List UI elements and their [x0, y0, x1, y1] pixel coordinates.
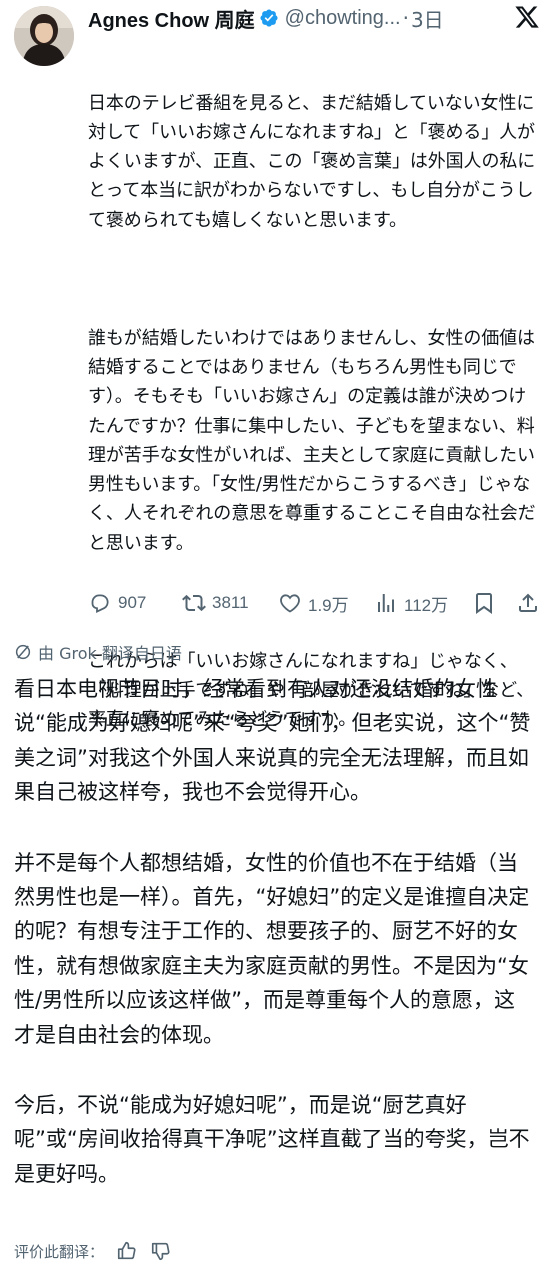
like-button[interactable]: 1.9万	[278, 588, 349, 618]
views-chart-icon	[378, 594, 394, 612]
handle[interactable]: @chowting...	[285, 7, 401, 30]
bookmark-button[interactable]	[472, 588, 496, 618]
grok-translation-label: 由 Grok 翻译自日语	[14, 640, 182, 664]
verified-badge-icon	[260, 9, 278, 27]
translated-text: 看日本电视节目时，经常看到有人对还没结婚的女性说“能成为好媳妇呢”来“夸奖”她们…	[14, 672, 534, 1227]
repost-count: 3811	[212, 593, 249, 612]
share-icon	[519, 593, 537, 612]
avatar-photo-icon	[14, 6, 74, 66]
reply-count: 907	[118, 593, 147, 612]
repost-button[interactable]: 3811	[182, 588, 249, 618]
grok-icon	[15, 644, 31, 660]
translation-paragraph: 并不是每个人都想结婚，女性的价值也不在于结婚（当然男性也是一样）。首先，“好媳妇…	[14, 850, 530, 1047]
display-name[interactable]: Agnes Chow 周庭	[88, 4, 255, 33]
heart-icon	[280, 594, 300, 613]
avatar[interactable]	[14, 6, 74, 66]
rate-translation-label: 评价此翻译：	[14, 1242, 105, 1261]
rate-translation: 评价此翻译：	[14, 1238, 172, 1264]
thumbs-down-icon[interactable]	[150, 1240, 172, 1262]
view-count: 112万	[404, 595, 449, 615]
grok-label-text: 由 Grok 翻译自日语	[38, 644, 182, 663]
separator-dot: ·	[402, 6, 409, 30]
translation-paragraph: 今后，不说“能成为好媳妇呢”，而是说“厨艺真好呢”或“房间收拾得真干净呢”这样直…	[14, 1093, 530, 1186]
repost-icon	[182, 594, 206, 612]
like-count: 1.9万	[308, 595, 349, 615]
x-logo-icon[interactable]	[514, 4, 540, 30]
action-bar: 907 3811 1.9万 112万	[88, 588, 544, 618]
share-button[interactable]	[516, 588, 540, 618]
translation-paragraph: 看日本电视节目时，经常看到有人对还没结婚的女性说“能成为好媳妇呢”来“夸奖”她们…	[14, 677, 531, 805]
bookmark-icon	[476, 593, 492, 614]
tweet-paragraph: 誰もが結婚したいわけではありませんし、女性の価値は結婚することではありません（も…	[88, 327, 536, 554]
tweet-paragraph: 日本のテレビ番組を見ると、まだ結婚していない女性に対して「いいお嫁さんになれます…	[88, 92, 536, 231]
thumbs-up-icon[interactable]	[116, 1240, 138, 1262]
views-button[interactable]: 112万	[374, 588, 448, 618]
reply-icon	[91, 594, 109, 614]
reply-button[interactable]: 907	[88, 588, 146, 618]
timestamp[interactable]: 3日	[411, 4, 444, 33]
tweet: Agnes Chow 周庭 @chowting... · 3日 日本のテレビ番組…	[0, 0, 554, 1280]
tweet-header: Agnes Chow 周庭 @chowting... · 3日	[88, 4, 548, 32]
